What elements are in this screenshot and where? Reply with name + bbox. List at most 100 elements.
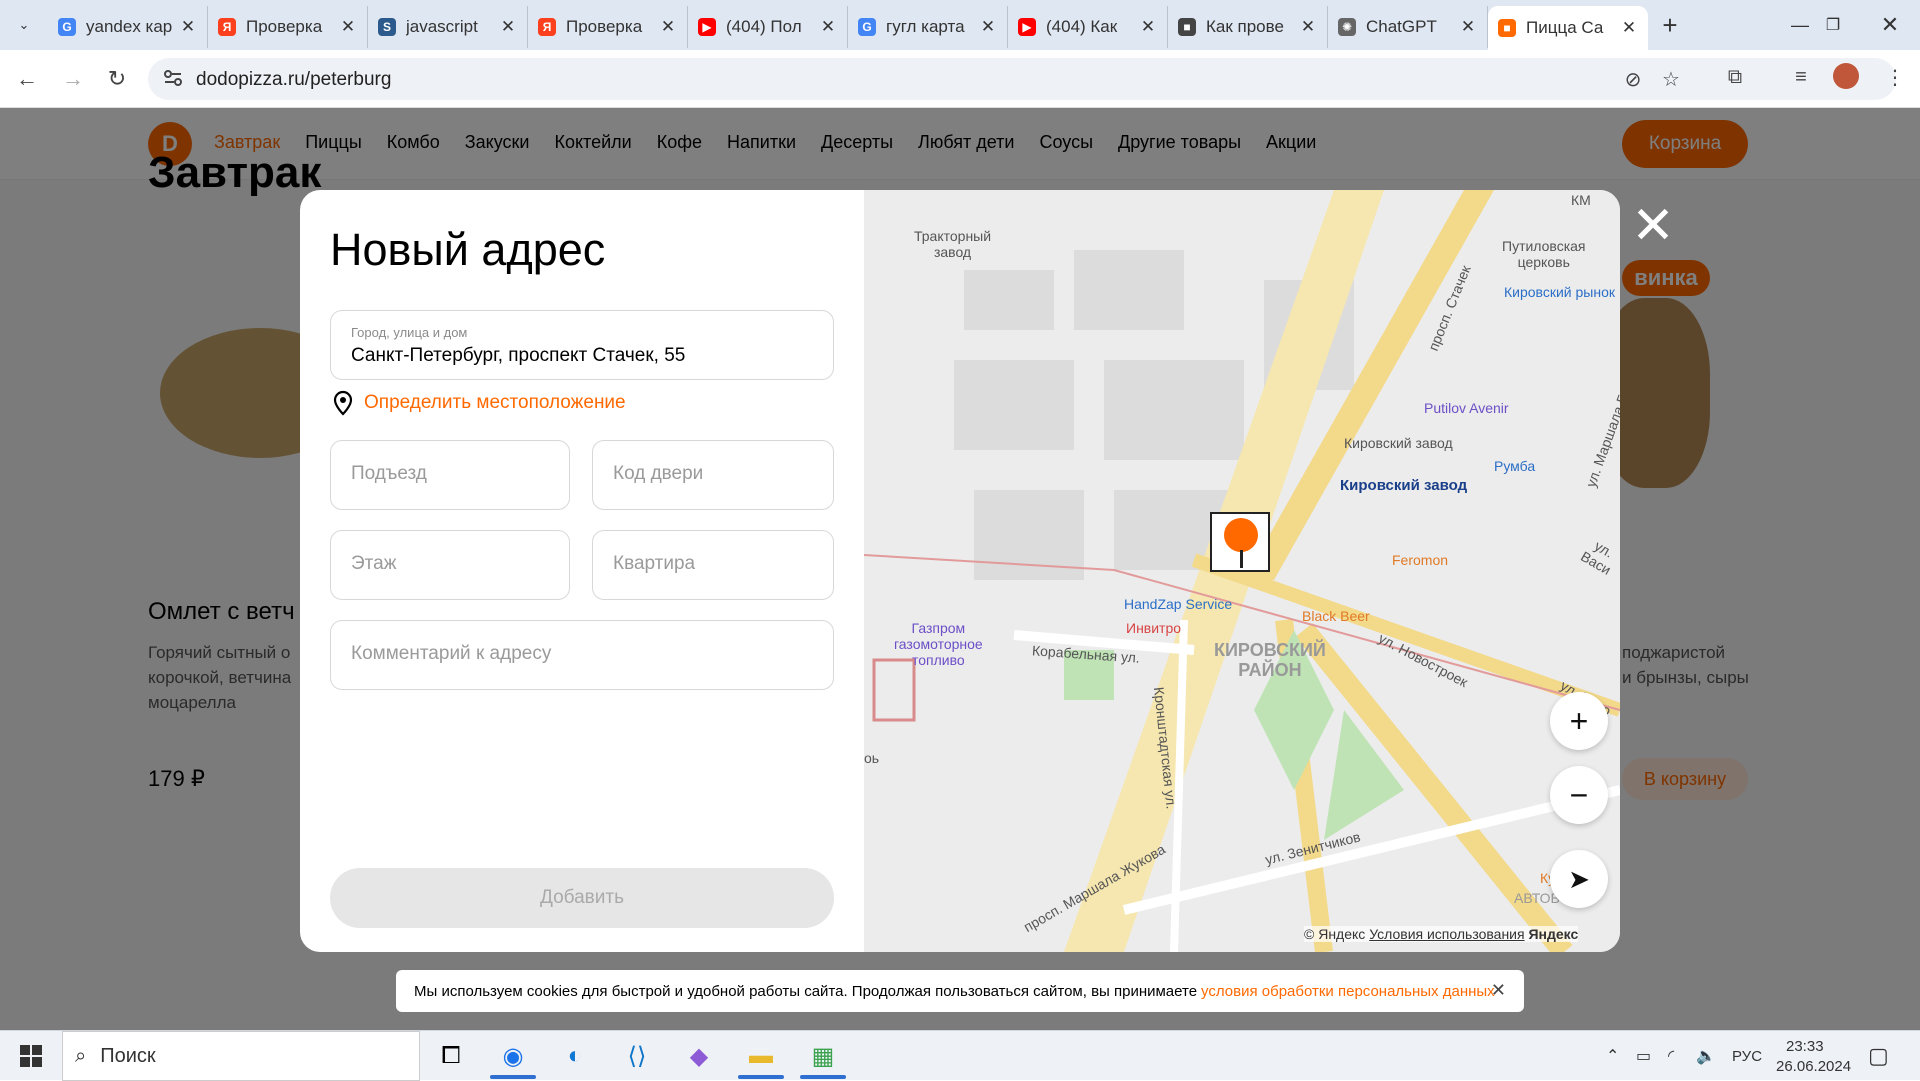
- reload-icon[interactable]: ↻: [98, 60, 136, 98]
- browser-tab[interactable]: ✺ ChatGPT ✕: [1328, 6, 1488, 48]
- search-icon: ⌕: [75, 1044, 87, 1067]
- web-page: D ЗавтракПиццыКомбоЗакускиКоктейлиКофеНа…: [0, 108, 1920, 1030]
- media-control-icon[interactable]: ≡: [1786, 62, 1816, 92]
- tab-close-icon[interactable]: ✕: [659, 17, 677, 37]
- search-placeholder: Поиск: [100, 1044, 156, 1067]
- close-modal-icon[interactable]: ✕: [1625, 197, 1681, 255]
- map-label-kirov-market[interactable]: Кировский рынок: [1504, 284, 1615, 300]
- browser-tab[interactable]: Gyandex кар ✕: [48, 6, 208, 48]
- map-label-avenir[interactable]: Putilov Avenir: [1424, 400, 1509, 416]
- tab-close-icon[interactable]: ✕: [179, 17, 197, 37]
- geolocation-arrow-icon[interactable]: ➤: [1550, 850, 1608, 908]
- entrance-field[interactable]: Подъезд: [330, 440, 570, 510]
- language-indicator[interactable]: РУС: [1732, 1031, 1762, 1081]
- chrome-icon[interactable]: ◉: [482, 1031, 544, 1081]
- browser-tab[interactable]: ▶ (404) Пол ✕: [688, 6, 848, 48]
- tab-close-icon[interactable]: ✕: [499, 17, 517, 37]
- browser-tab[interactable]: Я Проверка ✕: [528, 6, 688, 48]
- browser-tab[interactable]: ■ Как прове ✕: [1168, 6, 1328, 48]
- eye-off-icon[interactable]: ⊘: [1618, 64, 1648, 94]
- forward-arrow-icon[interactable]: →: [54, 60, 92, 98]
- close-window-icon[interactable]: ✕: [1860, 0, 1920, 50]
- profile-avatar[interactable]: [1833, 63, 1859, 89]
- tab-favicon-icon: ▶: [1018, 18, 1036, 36]
- tab-favicon-icon: ▶: [698, 18, 716, 36]
- tab-close-icon[interactable]: ✕: [1620, 18, 1638, 38]
- map-label-handzap[interactable]: HandZap Service: [1124, 596, 1232, 612]
- clock-date[interactable]: 26.06.2024: [1776, 1055, 1851, 1077]
- address-marker[interactable]: [1210, 512, 1270, 572]
- extensions-icon[interactable]: ⧉: [1720, 62, 1750, 92]
- vscode-icon[interactable]: ⟨⟩: [606, 1031, 668, 1081]
- map-label-tractor[interactable]: Тракторный завод: [914, 228, 991, 260]
- tab-close-icon[interactable]: ✕: [979, 17, 997, 37]
- map-label-gazprom[interactable]: Газпром газомоторное топливо: [894, 620, 983, 668]
- map-label-blackbeer[interactable]: Black Beer: [1302, 608, 1370, 624]
- menu-dots-icon[interactable]: ⋮: [1880, 62, 1910, 92]
- tab-close-icon[interactable]: ✕: [1299, 17, 1317, 37]
- file-explorer-icon[interactable]: ▬: [730, 1031, 792, 1081]
- task-view-icon[interactable]: ⧠: [420, 1031, 482, 1081]
- comment-field[interactable]: Комментарий к адресу: [330, 620, 834, 690]
- locate-link[interactable]: Определить местоположение: [332, 390, 626, 416]
- url-text: dodopizza.ru/peterburg: [196, 69, 392, 90]
- tab-favicon-icon: ■: [1498, 19, 1516, 37]
- edge-icon[interactable]: ◐: [544, 1031, 606, 1081]
- address-bar[interactable]: dodopizza.ru/peterburg ⊘ ☆: [148, 58, 1896, 100]
- restore-icon[interactable]: ❐: [1803, 0, 1863, 50]
- apartment-placeholder: Квартира: [613, 553, 696, 574]
- map-terms-link[interactable]: Условия использования: [1369, 926, 1524, 942]
- clock-time[interactable]: 23:33: [1786, 1035, 1824, 1057]
- tab-title: Пицца Са: [1526, 18, 1604, 37]
- browser-tab[interactable]: ▶ (404) Как ✕: [1008, 6, 1168, 48]
- notifications-icon[interactable]: ▢: [1868, 1031, 1889, 1081]
- site-settings-icon[interactable]: [162, 67, 184, 89]
- bookmark-star-icon[interactable]: ☆: [1656, 64, 1686, 94]
- new-tab-button[interactable]: +: [1648, 0, 1692, 50]
- windows-start-icon[interactable]: [0, 1031, 62, 1081]
- address-field[interactable]: Город, улица и дом Санкт-Петербург, прос…: [330, 310, 834, 380]
- taskbar-search[interactable]: ⌕ Поиск: [62, 1031, 420, 1081]
- browser-tab[interactable]: Gгугл карта ✕: [848, 6, 1008, 48]
- location-pin-icon: [333, 390, 353, 416]
- floor-field[interactable]: Этаж: [330, 530, 570, 600]
- cookie-policy-link[interactable]: условия обработки персональных данных: [1201, 983, 1495, 1000]
- browser-tab[interactable]: Sjavascript ✕: [368, 6, 528, 48]
- tab-close-icon[interactable]: ✕: [1459, 17, 1477, 37]
- map-label-feromon[interactable]: Feromon: [1392, 552, 1448, 568]
- tab-title: ChatGPT: [1366, 17, 1437, 36]
- tab-search-chevron-icon[interactable]: ⌄: [0, 0, 48, 50]
- zoom-out-button[interactable]: −: [1550, 766, 1608, 824]
- cookie-banner: Мы используем cookies для быстрой и удоб…: [396, 970, 1524, 1012]
- tab-close-icon[interactable]: ✕: [819, 17, 837, 37]
- tray-chevron-icon[interactable]: ⌃: [1606, 1031, 1619, 1081]
- tab-title: Проверка: [566, 17, 643, 36]
- zoom-in-button[interactable]: +: [1550, 692, 1608, 750]
- taskbar: ⌕ Поиск ⧠ ◉ ◐ ⟨⟩ ◆ ▬ ▦ ⌃ ▭ ◜ 🔈 РУС 23:33…: [0, 1030, 1920, 1081]
- map-label-kirov-plant[interactable]: Кировский завод: [1344, 435, 1453, 451]
- tab-title: Как прове: [1206, 17, 1284, 36]
- door-code-field[interactable]: Код двери: [592, 440, 834, 510]
- apartment-field[interactable]: Квартира: [592, 530, 834, 600]
- map[interactable]: Тракторный завод Путиловская церковь Кир…: [864, 190, 1620, 952]
- cookie-close-icon[interactable]: ✕: [1491, 980, 1506, 1001]
- app-grid-icon[interactable]: ▦: [792, 1031, 854, 1081]
- obsidian-icon[interactable]: ◆: [668, 1031, 730, 1081]
- map-label-district: КИРОВСКИЙ РАЙОН: [1214, 640, 1326, 680]
- map-label-invitro[interactable]: Инвитро: [1126, 620, 1181, 636]
- map-label-metro[interactable]: Кировский завод: [1340, 478, 1467, 494]
- tab-favicon-icon: Я: [538, 18, 556, 36]
- browser-tab[interactable]: Я Проверка ✕: [208, 6, 368, 48]
- tab-close-icon[interactable]: ✕: [339, 17, 357, 37]
- add-address-button[interactable]: Добавить: [330, 868, 834, 928]
- tab-favicon-icon: ■: [1178, 18, 1196, 36]
- back-arrow-icon[interactable]: ←: [8, 60, 46, 98]
- tab-title: yandex кар: [86, 17, 173, 36]
- browser-tab[interactable]: ■ Пицца Са ✕: [1488, 6, 1648, 50]
- battery-icon[interactable]: ▭: [1636, 1031, 1651, 1081]
- tab-close-icon[interactable]: ✕: [1139, 17, 1157, 37]
- map-label-rumba[interactable]: Румба: [1494, 458, 1535, 474]
- volume-icon[interactable]: 🔈: [1696, 1031, 1716, 1081]
- wifi-icon[interactable]: ◜: [1668, 1031, 1674, 1081]
- map-label-church[interactable]: Путиловская церковь: [1502, 238, 1586, 270]
